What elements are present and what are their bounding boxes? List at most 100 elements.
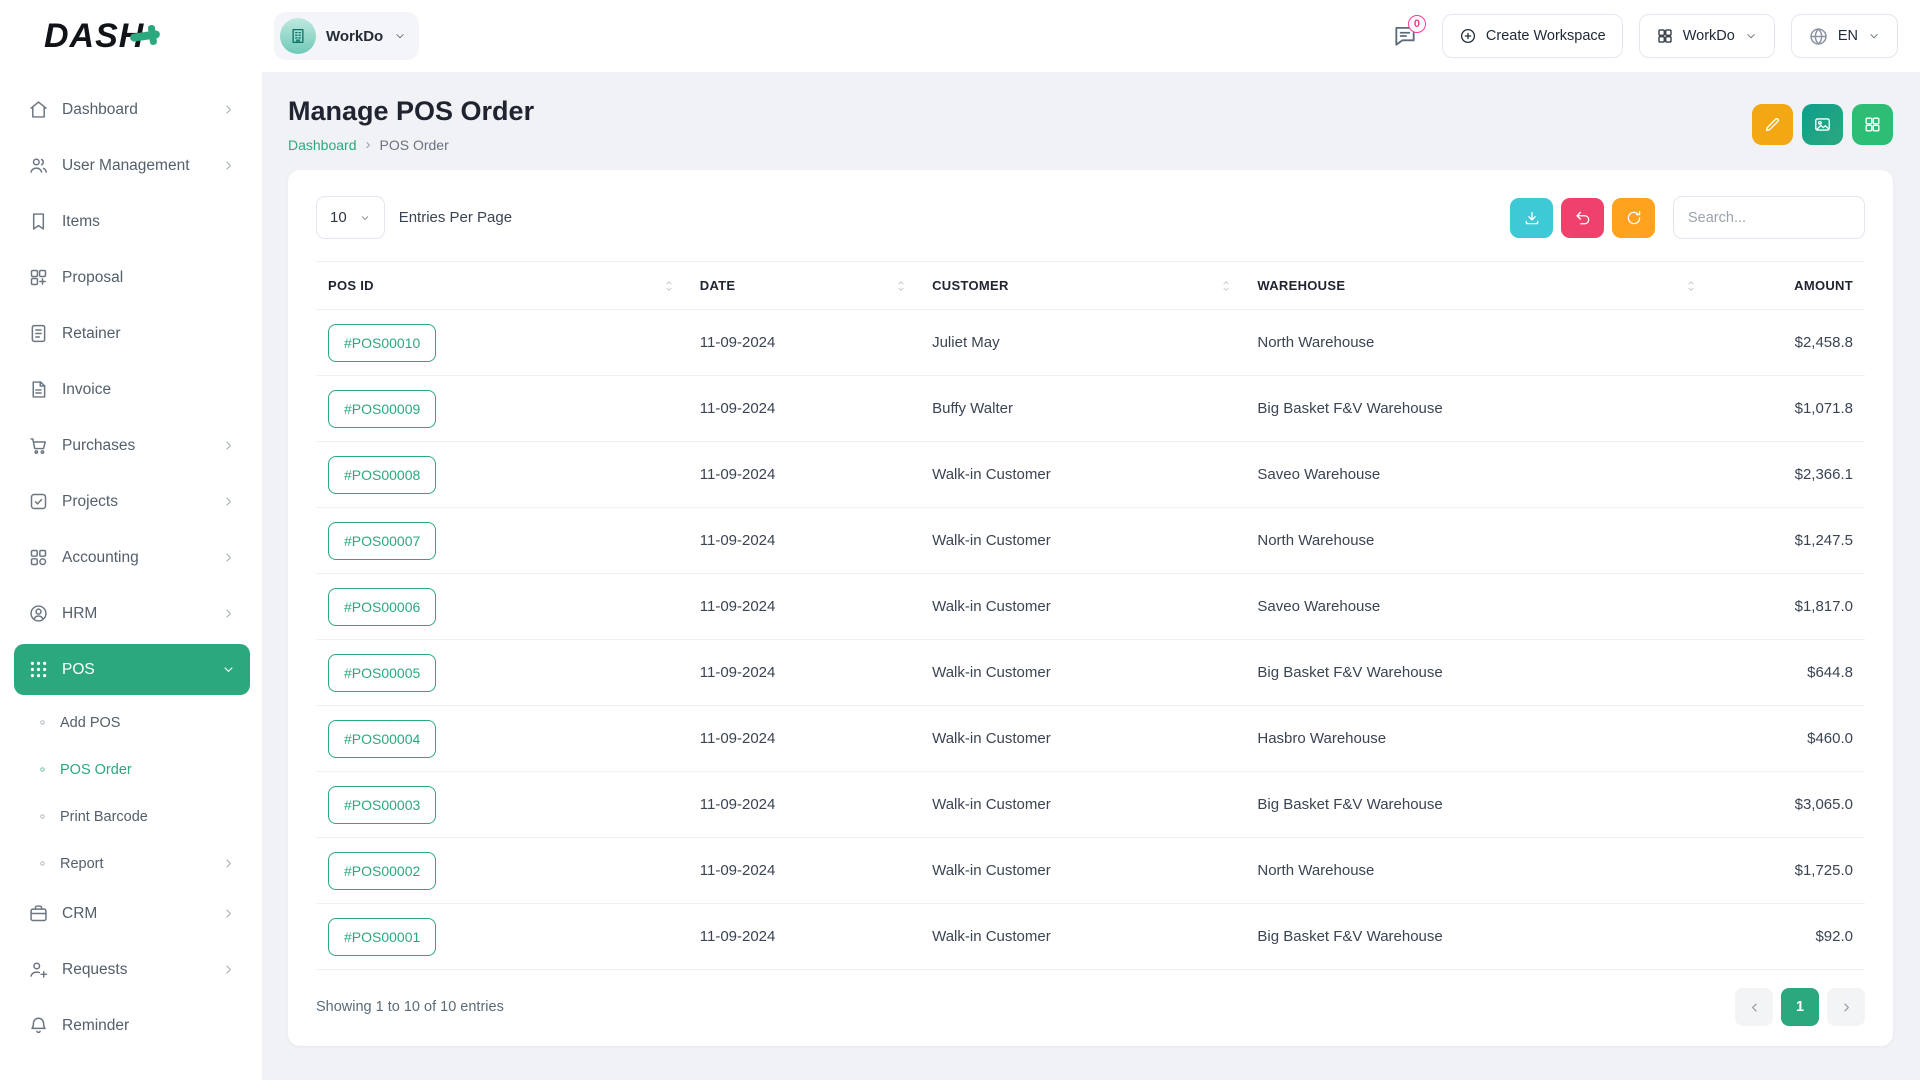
sidebar-item-label: POS: [62, 661, 95, 679]
sidebar-nav: Dashboard User Management Items: [14, 84, 250, 1051]
chevron-left-icon: [1747, 1000, 1762, 1015]
pos-id-button[interactable]: #POS00008: [328, 456, 436, 494]
sidebar-item[interactable]: Add POS: [14, 700, 250, 745]
retainer-icon: [28, 323, 49, 344]
pos-id-button[interactable]: #POS00006: [328, 588, 436, 626]
pos-id-button[interactable]: #POS00007: [328, 522, 436, 560]
pos-id-button[interactable]: #POS00003: [328, 786, 436, 824]
sidebar-item[interactable]: HRM: [14, 588, 250, 639]
chevron-right-icon: [221, 102, 236, 117]
sidebar-item[interactable]: Report: [14, 841, 250, 886]
workdo-apps-button[interactable]: WorkDo: [1639, 14, 1775, 58]
sidebar-item[interactable]: Items: [14, 196, 250, 247]
image-icon: [1813, 115, 1832, 134]
hrm-icon: [28, 603, 49, 624]
sidebar-item[interactable]: Proposal: [14, 252, 250, 303]
entries-per-page-select[interactable]: 10: [316, 196, 385, 239]
pos-id-button[interactable]: #POS00005: [328, 654, 436, 692]
column-header[interactable]: CUSTOMER: [920, 262, 1245, 310]
refresh-icon: [1625, 209, 1643, 227]
date-cell: 11-09-2024: [688, 904, 920, 970]
sidebar-item[interactable]: Purchases: [14, 420, 250, 471]
sort-icon[interactable]: [1219, 279, 1233, 293]
sidebar-item[interactable]: Dashboard: [14, 84, 250, 135]
sidebar-item-label: Projects: [62, 493, 118, 511]
export-button[interactable]: [1510, 198, 1553, 238]
sidebar-item-label: POS Order: [60, 762, 132, 778]
table-row: #POS00002 11-09-2024 Walk-in Customer No…: [316, 838, 1865, 904]
search-input[interactable]: [1673, 196, 1865, 239]
amount-cell: $92.0: [1710, 904, 1865, 970]
pos-id-cell: #POS00003: [316, 772, 688, 838]
sidebar-item[interactable]: Projects: [14, 476, 250, 527]
sidebar-item[interactable]: Reminder: [14, 1000, 250, 1051]
quick-media-button[interactable]: [1802, 104, 1843, 145]
requests-icon: [28, 959, 49, 980]
pos-id-button[interactable]: #POS00004: [328, 720, 436, 758]
table-row: #POS00005 11-09-2024 Walk-in Customer Bi…: [316, 640, 1865, 706]
amount-cell: $1,725.0: [1710, 838, 1865, 904]
column-header-label: AMOUNT: [1794, 278, 1853, 293]
sidebar-item[interactable]: POS Order: [14, 747, 250, 792]
plus-circle-icon: [1459, 27, 1477, 45]
sidebar-item[interactable]: Print Barcode: [14, 794, 250, 839]
chevron-right-icon: [221, 906, 236, 921]
pos-id-button[interactable]: #POS00009: [328, 390, 436, 428]
amount-cell: $460.0: [1710, 706, 1865, 772]
next-page-button[interactable]: [1827, 988, 1865, 1026]
reminder-icon: [28, 1015, 49, 1036]
notification-badge: 0: [1408, 15, 1426, 33]
current-page[interactable]: 1: [1781, 988, 1819, 1026]
sidebar-item[interactable]: POS: [14, 644, 250, 695]
pos-id-button[interactable]: #POS00010: [328, 324, 436, 362]
column-header[interactable]: POS ID: [316, 262, 688, 310]
pos-id-button[interactable]: #POS00002: [328, 852, 436, 890]
table-header-row: POS ID DATE: [316, 262, 1865, 310]
breadcrumb-dashboard-link[interactable]: Dashboard: [288, 137, 357, 153]
workspace-selector[interactable]: WorkDo: [274, 12, 419, 60]
chevron-right-icon: [221, 606, 236, 621]
table-row: #POS00004 11-09-2024 Walk-in Customer Ha…: [316, 706, 1865, 772]
breadcrumb: Dashboard › POS Order: [288, 136, 534, 153]
customer-cell: Buffy Walter: [920, 376, 1245, 442]
sidebar-item[interactable]: Requests: [14, 944, 250, 995]
quick-note-button[interactable]: [1752, 104, 1793, 145]
sidebar-item[interactable]: Retainer: [14, 308, 250, 359]
workspace-name: WorkDo: [326, 28, 383, 45]
sidebar-item[interactable]: CRM: [14, 888, 250, 939]
pos-id-cell: #POS00002: [316, 838, 688, 904]
sidebar-item[interactable]: Accounting: [14, 532, 250, 583]
messages-button[interactable]: 0: [1384, 15, 1426, 57]
sidebar-item[interactable]: Invoice: [14, 364, 250, 415]
table-row: #POS00001 11-09-2024 Walk-in Customer Bi…: [316, 904, 1865, 970]
date-cell: 11-09-2024: [688, 310, 920, 376]
pos-id-button[interactable]: #POS00001: [328, 918, 436, 956]
sidebar-item-label: Reminder: [62, 1017, 129, 1035]
users-icon: [28, 155, 49, 176]
sidebar-item[interactable]: User Management: [14, 140, 250, 191]
sort-icon[interactable]: [894, 279, 908, 293]
brand-logo[interactable]: DASH: [44, 17, 232, 56]
entries-per-page-label: Entries Per Page: [399, 209, 512, 226]
page-head: Manage POS Order Dashboard › POS Order: [288, 96, 1893, 153]
sort-icon[interactable]: [1684, 279, 1698, 293]
create-workspace-button[interactable]: Create Workspace: [1442, 14, 1623, 58]
prev-page-button[interactable]: [1735, 988, 1773, 1026]
home-icon: [28, 99, 49, 120]
column-header[interactable]: WAREHOUSE: [1245, 262, 1710, 310]
pagination: 1: [1735, 988, 1865, 1026]
chevron-down-icon: [1867, 29, 1881, 43]
warehouse-cell: Big Basket F&V Warehouse: [1245, 904, 1710, 970]
sort-icon[interactable]: [662, 279, 676, 293]
language-selector[interactable]: EN: [1791, 14, 1898, 58]
date-cell: 11-09-2024: [688, 376, 920, 442]
refresh-button[interactable]: [1612, 198, 1655, 238]
quick-grid-button[interactable]: [1852, 104, 1893, 145]
chevron-down-icon: [1744, 29, 1758, 43]
pos-id-cell: #POS00004: [316, 706, 688, 772]
column-header[interactable]: DATE: [688, 262, 920, 310]
sidebar: Dashboard User Management Items: [0, 72, 262, 1080]
column-header[interactable]: AMOUNT: [1710, 262, 1865, 310]
reset-button[interactable]: [1561, 198, 1604, 238]
toolbar-actions: [1510, 196, 1865, 239]
